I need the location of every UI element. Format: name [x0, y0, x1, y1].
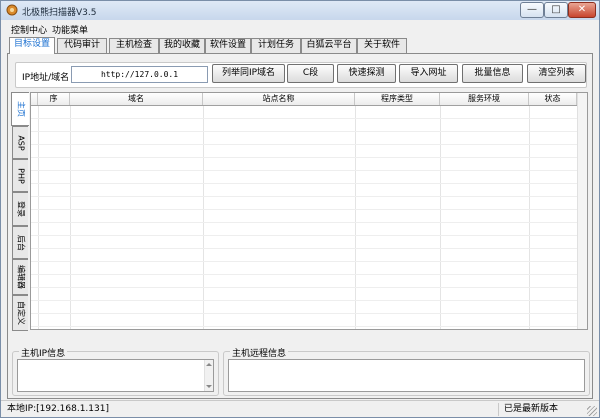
ip-input[interactable]: http://127.0.0.1 [71, 66, 208, 83]
import-url-button[interactable]: 导入网址 [399, 64, 458, 83]
menu-bar: 控制中心 功能菜单 [1, 21, 599, 36]
grid-line [31, 235, 577, 236]
host-ip-scrollbar[interactable] [204, 360, 213, 391]
grid-line [31, 222, 577, 223]
side-tab-label: 自定义 [16, 301, 25, 325]
grid-line [355, 106, 356, 329]
window-title: 北极熊扫描器V3.5 [22, 8, 97, 18]
title-bar[interactable]: 北极熊扫描器V3.5 — □ ✕ [1, 1, 599, 20]
app-window: 北极熊扫描器V3.5 — □ ✕ 控制中心 功能菜单 目标设置 代码审计 主机检… [0, 0, 600, 418]
tab-code-audit[interactable]: 代码审计 [57, 38, 107, 53]
grid-line [31, 131, 577, 132]
grid-line [529, 106, 530, 329]
side-tab-php[interactable]: PHP [12, 159, 28, 192]
side-tab-label: ASP [16, 134, 25, 151]
side-tab-label: 后台 [16, 234, 25, 251]
table-header: 序 域名 站点名称 程序类型 服务环境 状态 [31, 93, 587, 106]
side-tab-admin[interactable]: 后台 [12, 226, 28, 259]
grid-line [31, 196, 577, 197]
side-tab-custom[interactable]: 自定义 [12, 295, 28, 331]
grid-line [31, 326, 577, 327]
column-header-server-env[interactable]: 服务环境 [440, 93, 529, 105]
scroll-up-icon[interactable] [206, 363, 212, 366]
column-header-program-type[interactable]: 程序类型 [355, 93, 440, 105]
side-tab-strip: 主页 ASP PHP 登录 后台 编辑器 自定义 [11, 92, 30, 332]
list-same-ip-button[interactable]: 列举同IP域名 [212, 64, 285, 83]
scroll-down-icon[interactable] [206, 385, 212, 388]
grid-line [31, 209, 577, 210]
tab-favorites[interactable]: 我的收藏 [159, 38, 205, 53]
side-tab-asp[interactable]: ASP [12, 126, 28, 159]
host-remote-group: 主机远程信息 [223, 346, 590, 396]
grid-line [31, 248, 577, 249]
grid-line [31, 170, 577, 171]
host-remote-textbox[interactable] [228, 359, 585, 392]
grid-line [38, 106, 39, 329]
local-ip-status: 本地IP:[192.168.1.131] [4, 403, 499, 416]
grid-line [31, 157, 577, 158]
results-table[interactable]: 序 域名 站点名称 程序类型 服务环境 状态 [30, 92, 588, 330]
grid-line [31, 287, 577, 288]
tab-cloud-platform[interactable]: 白狐云平台 [301, 38, 357, 53]
side-tab-label: 主页 [16, 101, 25, 117]
resize-grip-icon[interactable] [587, 406, 597, 416]
table-body [31, 106, 587, 329]
side-tab-label: PHP [16, 167, 25, 184]
grid-line [70, 106, 71, 329]
side-tab-label: 登录 [16, 201, 25, 217]
menu-control-center[interactable]: 控制中心 [11, 23, 47, 36]
app-icon [6, 4, 18, 16]
tab-scheduled-tasks[interactable]: 计划任务 [251, 38, 301, 53]
target-settings-panel: IP地址/域名 http://127.0.0.1 列举同IP域名 C段 快速探测… [7, 53, 593, 399]
column-header-site-name[interactable]: 站点名称 [203, 93, 355, 105]
batch-info-button[interactable]: 批量信息 [462, 64, 523, 83]
grid-line [31, 183, 577, 184]
main-tab-strip: 目标设置 代码审计 主机检查 我的收藏 软件设置 计划任务 白狐云平台 关于软件 [1, 37, 599, 54]
column-header-index[interactable]: 序 [38, 93, 70, 105]
column-header-status[interactable]: 状态 [529, 93, 577, 105]
row-header-corner [31, 93, 38, 105]
table-scrollbar[interactable] [577, 93, 587, 329]
host-ip-title: 主机IP信息 [19, 346, 68, 359]
column-header-domain[interactable]: 域名 [70, 93, 203, 105]
tab-host-check[interactable]: 主机检查 [109, 38, 159, 53]
target-toolbar: IP地址/域名 http://127.0.0.1 列举同IP域名 C段 快速探测… [15, 62, 587, 88]
tab-software-settings[interactable]: 软件设置 [205, 38, 251, 53]
tab-about[interactable]: 关于软件 [357, 38, 407, 53]
side-tab-login[interactable]: 登录 [12, 192, 28, 226]
version-status: 已是最新版本 [504, 404, 559, 414]
quick-probe-button[interactable]: 快速探测 [337, 64, 396, 83]
clear-list-button[interactable]: 清空列表 [527, 64, 586, 83]
menu-functions[interactable]: 功能菜单 [52, 23, 88, 36]
close-button[interactable]: ✕ [568, 2, 596, 18]
side-tab-home[interactable]: 主页 [11, 92, 29, 126]
grid-line [31, 144, 577, 145]
ip-label: IP地址/域名 [22, 73, 70, 83]
grid-line [203, 106, 204, 329]
minimize-button[interactable]: — [520, 2, 544, 18]
grid-line [31, 118, 577, 119]
grid-line [31, 274, 577, 275]
host-ip-textbox[interactable] [17, 359, 214, 392]
grid-line [31, 313, 577, 314]
status-bar: 本地IP:[192.168.1.131] 已是最新版本 [1, 400, 599, 417]
grid-line [31, 300, 577, 301]
maximize-button[interactable]: □ [544, 2, 568, 18]
grid-line [31, 261, 577, 262]
side-tab-label: 编辑器 [16, 265, 25, 289]
host-ip-group: 主机IP信息 [12, 346, 219, 396]
c-segment-button[interactable]: C段 [287, 64, 334, 83]
grid-line [440, 106, 441, 329]
side-tab-editor[interactable]: 编辑器 [12, 259, 28, 295]
host-remote-title: 主机远程信息 [230, 346, 289, 359]
tab-target-settings[interactable]: 目标设置 [9, 37, 55, 54]
